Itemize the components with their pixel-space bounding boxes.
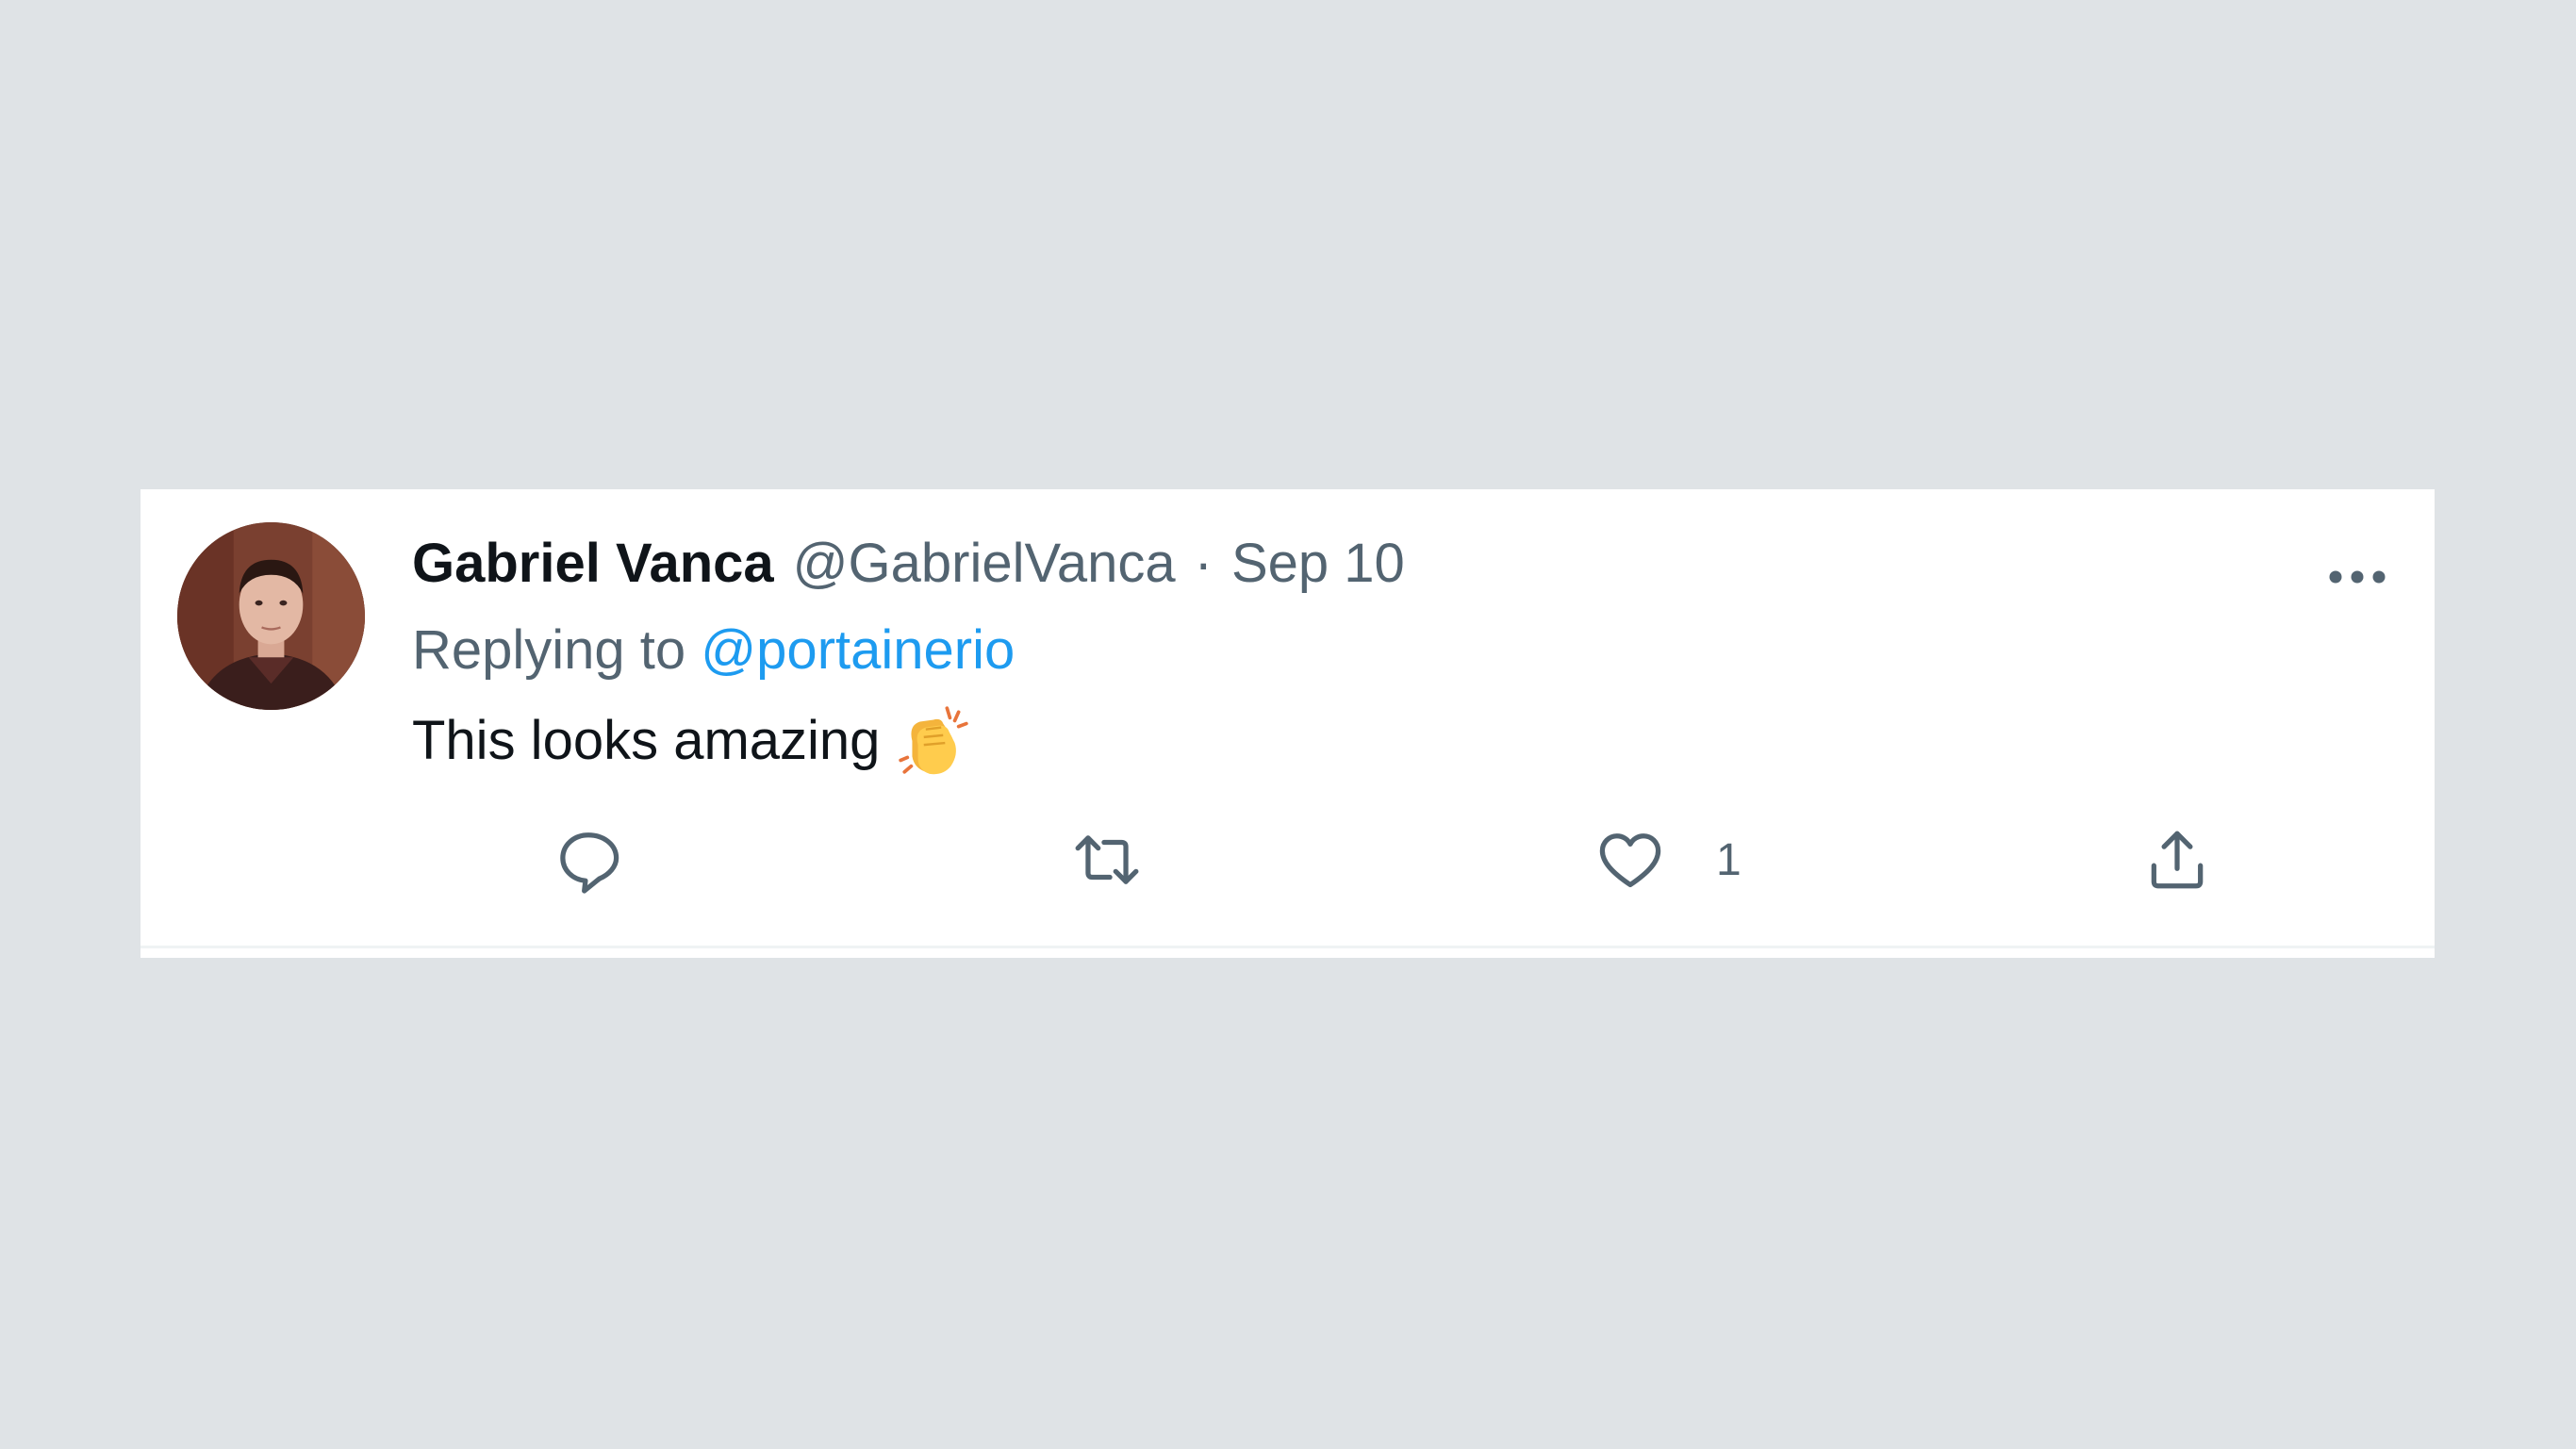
share-button[interactable] xyxy=(2142,819,2212,900)
avatar[interactable] xyxy=(177,522,365,710)
author-handle[interactable]: @GabrielVanca xyxy=(793,531,1176,597)
like-button[interactable]: 1 xyxy=(1595,819,1742,900)
like-count: 1 xyxy=(1716,834,1742,885)
clapping-hands-emoji xyxy=(895,702,972,780)
tweet-text: This looks amazing xyxy=(412,702,972,780)
tweet-header: Gabriel Vanca @GabrielVanca · Sep 10 xyxy=(412,531,1405,597)
reply-button[interactable] xyxy=(553,819,623,900)
author-display-name[interactable]: Gabriel Vanca xyxy=(412,531,774,597)
tweet-text-content: This looks amazing xyxy=(412,710,881,771)
reply-mention-link[interactable]: @portainerio xyxy=(701,619,1015,681)
retweet-button[interactable] xyxy=(1072,819,1142,900)
replying-to-label: Replying to xyxy=(412,619,686,681)
heart-icon xyxy=(1599,833,1661,888)
card-divider xyxy=(140,946,2435,948)
tweet-actions: 1 xyxy=(412,819,2204,900)
header-separator: · xyxy=(1194,533,1213,594)
avatar-image xyxy=(177,522,365,710)
replying-to: Replying to @portainerio xyxy=(412,617,1015,683)
more-options-icon xyxy=(2329,570,2386,584)
tweet-date[interactable]: Sep 10 xyxy=(1231,531,1405,597)
tweet-card[interactable]: Gabriel Vanca @GabrielVanca · Sep 10 Rep… xyxy=(140,489,2435,958)
more-options-button[interactable] xyxy=(2312,543,2403,611)
reply-icon xyxy=(560,832,619,894)
retweet-icon xyxy=(1075,835,1139,884)
share-icon xyxy=(2151,831,2204,889)
